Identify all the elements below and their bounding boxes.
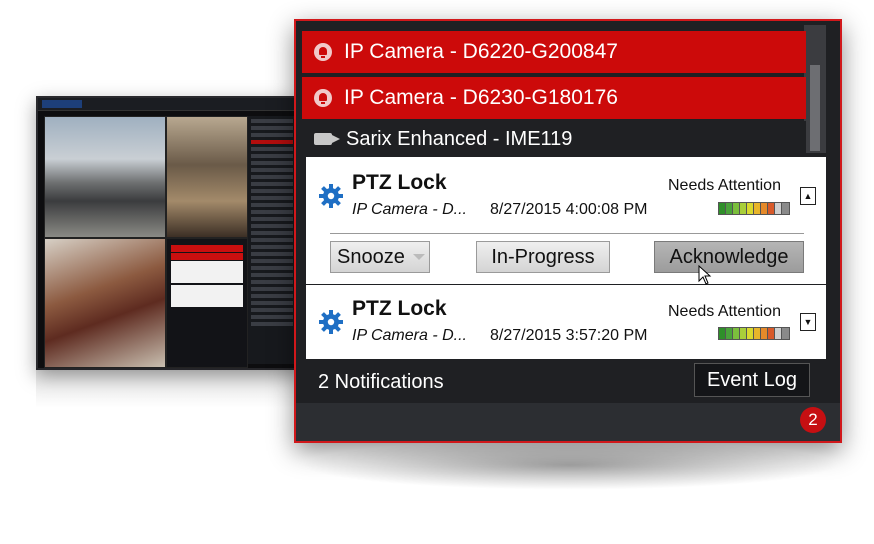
mini-card	[171, 261, 243, 283]
bell-icon	[314, 89, 332, 107]
in-progress-button[interactable]: In-Progress	[476, 241, 610, 273]
snooze-dropdown[interactable]: Snooze	[330, 241, 430, 273]
notification-title: PTZ Lock	[352, 297, 447, 320]
monitor-preview	[36, 96, 302, 370]
monitor-sidebar	[248, 116, 296, 364]
severity-segment	[733, 203, 740, 214]
monitor-titlebar	[38, 98, 300, 111]
severity-segment	[719, 328, 726, 339]
notification-timestamp: 8/27/2015 4:00:08 PM	[490, 201, 648, 218]
monitor-tab	[42, 100, 82, 108]
video-tile	[166, 238, 248, 368]
severity-segment	[726, 203, 733, 214]
severity-segment	[761, 203, 768, 214]
video-camera-icon	[314, 133, 340, 145]
notification-card[interactable]: PTZ Lock IP Camera - D... 8/27/2015 4:00…	[306, 157, 826, 285]
gear-icon	[319, 184, 343, 208]
severity-segment	[754, 203, 761, 214]
alarm-label: IP Camera - D6220-G200847	[344, 40, 618, 63]
severity-meter	[718, 202, 790, 215]
expand-button[interactable]: ▼	[800, 313, 816, 331]
severity-segment	[733, 328, 740, 339]
camera-label: Sarix Enhanced - IME119	[346, 127, 573, 150]
notification-count: 2 Notifications	[318, 371, 444, 393]
mini-notification-panel	[171, 245, 243, 309]
notification-panel: IP Camera - D6220-G200847 IP Camera - D6…	[294, 19, 842, 443]
mini-card	[171, 285, 243, 307]
notification-badge[interactable]: 2	[800, 407, 826, 433]
severity-meter	[718, 327, 790, 340]
severity-segment	[768, 328, 775, 339]
camera-row[interactable]: Sarix Enhanced - IME119	[302, 121, 806, 157]
snooze-label: Snooze	[337, 245, 405, 268]
alarm-row[interactable]: IP Camera - D6220-G200847	[302, 31, 806, 73]
severity-segment	[740, 203, 747, 214]
severity-segment	[754, 328, 761, 339]
taskbar-strip: 2	[296, 403, 840, 441]
acknowledge-button[interactable]: Acknowledge	[654, 241, 804, 273]
severity-segment	[768, 203, 775, 214]
video-tile	[44, 238, 166, 368]
video-tile	[166, 116, 248, 238]
severity-segment	[747, 203, 754, 214]
monitor-reflection	[36, 368, 298, 408]
mouse-cursor-icon	[698, 265, 712, 285]
severity-segment	[775, 328, 782, 339]
collapse-button[interactable]: ▲	[800, 187, 816, 205]
notification-source: IP Camera - D...	[352, 327, 467, 344]
severity-segment	[761, 328, 768, 339]
severity-segment	[775, 203, 782, 214]
video-tile	[44, 116, 166, 238]
divider	[330, 233, 804, 234]
notification-card[interactable]: PTZ Lock IP Camera - D... 8/27/2015 3:57…	[306, 285, 826, 359]
severity-segment	[719, 203, 726, 214]
severity-segment	[782, 203, 789, 214]
status-text: Needs Attention	[668, 303, 781, 320]
panel-shadow	[300, 440, 840, 490]
gear-icon	[319, 310, 343, 334]
scrollbar-thumb[interactable]	[810, 65, 820, 151]
notification-source: IP Camera - D...	[352, 201, 467, 218]
severity-segment	[782, 328, 789, 339]
alarm-row[interactable]: IP Camera - D6230-G180176	[302, 77, 806, 119]
chevron-down-icon	[412, 254, 425, 260]
notification-title: PTZ Lock	[352, 171, 447, 194]
mini-alarm-row	[171, 245, 243, 252]
severity-segment	[747, 328, 754, 339]
event-log-button[interactable]: Event Log	[694, 363, 810, 397]
scrollbar[interactable]	[804, 25, 826, 153]
monitor-video-grid	[44, 116, 248, 368]
mini-alarm-row	[171, 253, 243, 260]
severity-segment	[740, 328, 747, 339]
severity-segment	[726, 328, 733, 339]
alarm-label: IP Camera - D6230-G180176	[344, 86, 618, 109]
notification-timestamp: 8/27/2015 3:57:20 PM	[490, 327, 648, 344]
bell-icon	[314, 43, 332, 61]
status-text: Needs Attention	[668, 177, 781, 194]
